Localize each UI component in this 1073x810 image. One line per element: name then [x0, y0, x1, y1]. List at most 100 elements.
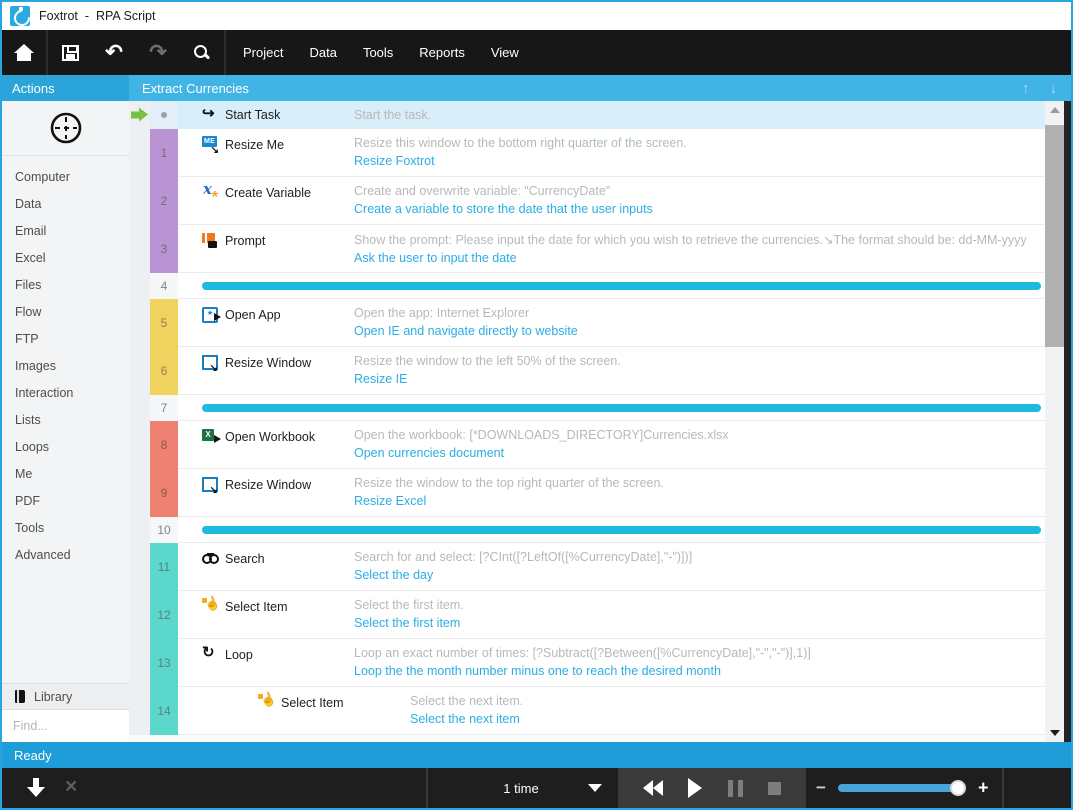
menu-reports[interactable]: Reports [417, 45, 489, 60]
right-edge-strip [1064, 101, 1071, 742]
sidebar-item-excel[interactable]: Excel [2, 245, 129, 272]
runbar-separator [1002, 768, 1004, 808]
sidebar-item-tools[interactable]: Tools [2, 515, 129, 542]
sidebar-item-ftp[interactable]: FTP [2, 326, 129, 353]
action-text: Start the task. [354, 101, 1039, 128]
action-row[interactable]: 12 Select Item Select the first item.Selec… [129, 591, 1045, 639]
action-row[interactable]: 8Open WorkbookOpen the workbook: [*DOWNL… [129, 421, 1045, 469]
action-description: Create and overwrite variable: "Currency… [354, 184, 1039, 198]
action-row[interactable]: Start Task Start the task. [129, 101, 1045, 129]
action-row[interactable]: 14Select ItemSelect the next item.Select… [129, 687, 1045, 735]
action-text: Select the first item.Select the first i… [354, 591, 1039, 638]
action-comment: Select the day [354, 568, 1039, 582]
row-number: 6 [150, 347, 178, 395]
sidebar-item-loops[interactable]: Loops [2, 434, 129, 461]
sidebar-item-me[interactable]: Me [2, 461, 129, 488]
scrollbar-thumb[interactable] [1045, 125, 1064, 347]
action-row[interactable]: 11SearchSearch for and select: [?CInt([?… [129, 543, 1045, 591]
scroll-up-icon[interactable] [1050, 107, 1060, 113]
step-bullet-dot [161, 112, 167, 118]
undo-icon: ↶ [105, 42, 123, 63]
sidebar-item-email[interactable]: Email [2, 218, 129, 245]
sidebar-item-files[interactable]: Files [2, 272, 129, 299]
row-number: 14 [150, 687, 178, 735]
divider-row[interactable]: 4 [129, 273, 1045, 299]
sidebar-spacer [2, 569, 129, 683]
action-row[interactable]: 13LoopLoop an exact number of times: [?S… [129, 639, 1045, 687]
row-content: Select Item Select the first item.Select … [178, 591, 1045, 639]
row-marker-gutter [129, 421, 150, 469]
sidebar-item-advanced[interactable]: Advanced [2, 542, 129, 569]
sidebar-item-interaction[interactable]: Interaction [2, 380, 129, 407]
move-down-arrow-icon[interactable]: ↓ [1050, 81, 1058, 96]
action-row[interactable]: 6Resize WindowResize the window to the l… [129, 347, 1045, 395]
sidebar-item-flow[interactable]: Flow [2, 299, 129, 326]
row-number: 5 [150, 299, 178, 347]
action-row[interactable]: 1Resize MeResize this window to the bott… [129, 129, 1045, 177]
action-row[interactable]: 9Resize WindowResize the window to the t… [129, 469, 1045, 517]
menu-bar: ↶ ↷ ProjectDataToolsReportsView [2, 30, 1071, 75]
pause-button[interactable] [728, 780, 743, 797]
sidebar-item-pdf[interactable]: PDF [2, 488, 129, 515]
book-icon [15, 690, 25, 703]
undo-button[interactable]: ↶ [92, 30, 136, 75]
row-marker-gutter [129, 299, 150, 347]
menu-view[interactable]: View [489, 45, 543, 60]
action-label: Select Item [225, 600, 288, 614]
speed-slider[interactable] [838, 784, 964, 792]
script-panel: Extract Currencies ↑ ↓ Start TaskStart t… [129, 75, 1071, 742]
open-workbook-icon [202, 428, 220, 445]
action-text: Resize the window to the top right quart… [354, 469, 1039, 516]
home-button[interactable] [2, 30, 46, 75]
close-icon[interactable]: × [65, 775, 77, 799]
row-marker-gutter [129, 543, 150, 591]
action-row[interactable]: 3PromptShow the prompt: Please input the… [129, 225, 1045, 273]
download-arrow-icon[interactable] [26, 777, 46, 798]
row-number: 12 [150, 591, 178, 639]
action-label: Start Task [225, 108, 280, 122]
vertical-scrollbar[interactable] [1045, 101, 1064, 742]
action-comment: Resize IE [354, 372, 1039, 386]
toolbar-separator [224, 30, 226, 75]
find-input[interactable] [2, 710, 129, 742]
row-marker-gutter [129, 347, 150, 395]
scroll-down-icon[interactable] [1050, 730, 1060, 736]
action-comment: Create a variable to store the date that… [354, 202, 1039, 216]
row-number: 2 [150, 177, 178, 225]
menu-tools[interactable]: Tools [361, 45, 417, 60]
action-row[interactable]: 5Open AppOpen the app: Internet Explorer… [129, 299, 1045, 347]
section-divider-bar [202, 282, 1041, 290]
sidebar-item-computer[interactable]: Computer [2, 164, 129, 191]
action-text: Create and overwrite variable: "Currency… [354, 177, 1039, 224]
move-up-arrow-icon[interactable]: ↑ [1022, 81, 1030, 96]
row-number: 10 [150, 517, 178, 543]
action-row[interactable]: 2Create VariableCreate and overwrite var… [129, 177, 1045, 225]
rewind-button[interactable] [643, 780, 663, 796]
row-content [178, 273, 1045, 299]
library-button[interactable]: Library [2, 683, 129, 710]
row-marker-gutter [129, 177, 150, 225]
stop-button[interactable] [768, 782, 781, 795]
speed-slider-thumb[interactable] [950, 780, 966, 796]
menu-project[interactable]: Project [241, 45, 307, 60]
divider-row[interactable]: 10 [129, 517, 1045, 543]
play-button[interactable] [688, 778, 702, 798]
sidebar-item-data[interactable]: Data [2, 191, 129, 218]
action-text: Open the app: Internet ExplorerOpen IE a… [354, 299, 1039, 346]
divider-row[interactable]: 7 [129, 395, 1045, 421]
action-description: Resize the window to the left 50% of the… [354, 354, 1039, 368]
action-description: Start the task. [354, 101, 1039, 128]
select-item-icon [258, 694, 276, 711]
action-comment: Open currencies document [354, 446, 1039, 460]
menu-data[interactable]: Data [307, 45, 360, 60]
run-count-dropdown[interactable]: 1 time [428, 768, 618, 808]
search-button[interactable] [180, 30, 224, 75]
redo-button[interactable]: ↷ [136, 30, 180, 75]
sidebar-item-images[interactable]: Images [2, 353, 129, 380]
record-target-button[interactable] [2, 101, 129, 156]
sidebar-item-lists[interactable]: Lists [2, 407, 129, 434]
save-button[interactable] [48, 30, 92, 75]
row-content: Open AppOpen the app: Internet ExplorerO… [178, 299, 1045, 347]
speed-plus-button[interactable]: + [978, 778, 989, 799]
speed-minus-button[interactable]: − [816, 778, 826, 798]
